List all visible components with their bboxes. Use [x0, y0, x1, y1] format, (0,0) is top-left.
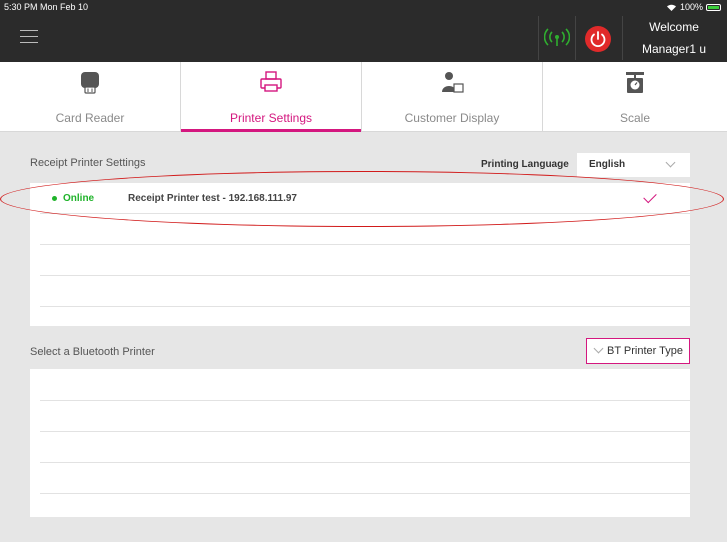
battery-icon [706, 4, 721, 11]
user-name: Manager1 u [641, 42, 707, 56]
status-right: 100% [666, 0, 721, 14]
printer-icon [260, 71, 282, 92]
bluetooth-section-title: Select a Bluetooth Printer [30, 346, 155, 358]
receipt-section-title: Receipt Printer Settings [30, 157, 146, 169]
tab-printer-settings[interactable]: Printer Settings [181, 62, 361, 132]
battery-percent: 100% [679, 2, 703, 12]
row-divider [40, 275, 690, 276]
menu-icon[interactable] [20, 30, 38, 44]
power-icon [590, 31, 606, 48]
welcome-block[interactable]: Welcome Manager1 u [624, 18, 724, 58]
status-time: 5:30 PM Mon Feb 10 [4, 2, 89, 12]
connection-icon[interactable] [544, 28, 570, 50]
top-bar: Welcome Manager1 u [0, 14, 727, 62]
tab-label: Scale [619, 111, 651, 125]
row-divider [40, 244, 690, 245]
row-divider [40, 462, 690, 463]
tab-scale[interactable]: Scale [543, 62, 727, 132]
power-button[interactable] [585, 26, 611, 52]
printer-status: Online [63, 193, 95, 204]
welcome-text: Welcome [649, 20, 699, 34]
chevron-down-icon [665, 157, 676, 168]
tab-label: Card Reader [55, 111, 125, 125]
printer-name: Receipt Printer test - 192.168.111.97 [128, 193, 297, 204]
divider [538, 16, 539, 60]
row-divider [40, 306, 690, 307]
checkmark-icon [643, 189, 657, 204]
wifi-icon [666, 4, 676, 11]
tab-customer-display[interactable]: Customer Display [362, 62, 542, 132]
printer-row-empty [30, 214, 690, 244]
receipt-printer-list: Online Receipt Printer test - 192.168.11… [30, 183, 690, 326]
divider [622, 16, 623, 60]
bt-printer-type-button[interactable]: BT Printer Type [586, 338, 690, 364]
chevron-down-icon [593, 343, 604, 354]
tab-label: Customer Display [404, 111, 500, 125]
tab-card-reader[interactable]: Card Reader [0, 62, 180, 132]
tab-label: Printer Settings [229, 111, 313, 125]
card-reader-icon [81, 72, 99, 94]
row-divider [40, 493, 690, 494]
row-divider [40, 431, 690, 432]
settings-tabs: Card Reader Printer Settings Customer Di… [0, 62, 727, 132]
bluetooth-printer-list [30, 369, 690, 517]
scale-icon [626, 72, 644, 93]
status-bar: 5:30 PM Mon Feb 10 100% [0, 0, 727, 14]
printing-language-select[interactable]: English [577, 153, 690, 177]
printing-language-value: English [589, 159, 626, 170]
row-divider [40, 400, 690, 401]
printing-language-label: Printing Language [481, 159, 569, 170]
online-status-dot [52, 196, 57, 201]
customer-display-icon [442, 72, 464, 93]
printer-row[interactable]: Online Receipt Printer test - 192.168.11… [30, 183, 690, 213]
divider [575, 16, 576, 60]
bt-printer-type-label: BT Printer Type [607, 345, 684, 357]
